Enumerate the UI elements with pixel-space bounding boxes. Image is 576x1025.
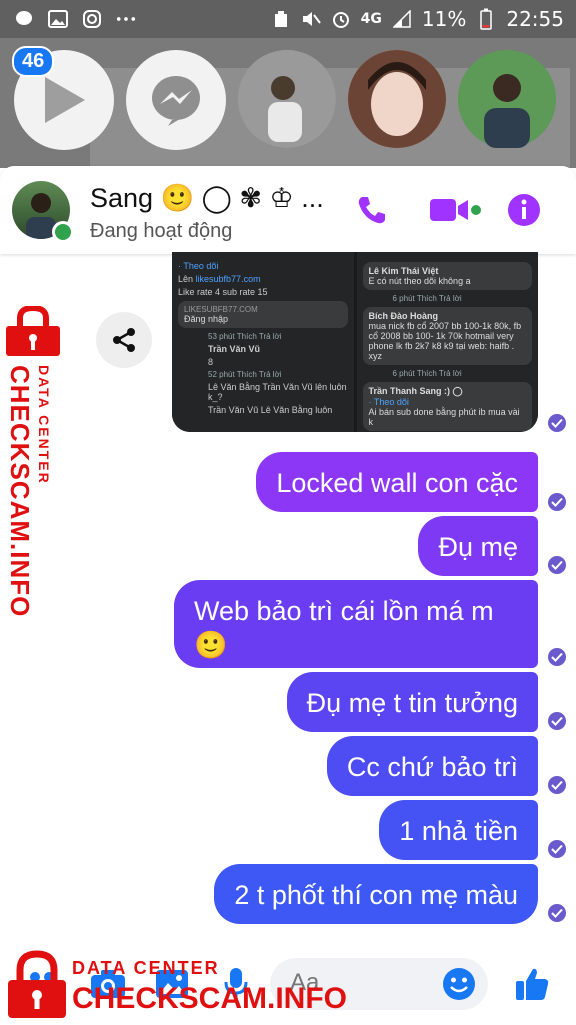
- chat-bubble-icon: [14, 9, 34, 29]
- reply-text: Trần Văn Vũ Lê Văn Bằng luôn: [208, 405, 333, 415]
- seen-check-icon: [548, 648, 566, 666]
- comment-author: Lê Kim Thái Việt: [368, 266, 439, 276]
- message-bubble[interactable]: Đụ mẹ t tin tưởng: [286, 672, 538, 732]
- reply-text: Lê Văn Bằng Trần Văn Vũ lên luôn k_?: [208, 382, 347, 402]
- call-button[interactable]: [352, 190, 392, 230]
- thumbs-up-icon: [516, 968, 549, 1000]
- watermark-lock-icon: [4, 304, 62, 363]
- follow-text: · Theo dõi: [178, 261, 219, 271]
- link-title: Đăng nhập: [184, 314, 229, 324]
- watermark-text: CHECKSCAM.INFO: [72, 982, 347, 1015]
- post-line-2: Like rate 4 sub rate 15: [178, 287, 268, 297]
- chat-head-contact-3[interactable]: [458, 50, 556, 148]
- unread-badge: 46: [12, 46, 55, 77]
- link-preview: LIKESUBFB77.COM Đăng nhập: [178, 301, 348, 328]
- message-bubble[interactable]: Cc chứ bảo trì: [326, 736, 538, 796]
- comment-author: Trần Thanh Sang :) ◯: [368, 386, 463, 396]
- screenshot-left-panel: · Theo dõi Lên likesubfb77.com Like rate…: [172, 252, 354, 432]
- more-notifications-icon: [116, 9, 136, 29]
- comment-bubble: Bích Đào Hoàng mua nick fb cổ 2007 bb 10…: [362, 307, 532, 365]
- play-icon: [45, 77, 85, 123]
- share-icon: [113, 328, 135, 352]
- chat-head-contact-2[interactable]: [348, 50, 446, 148]
- avatar-photo: [348, 50, 446, 148]
- chat-head-messenger[interactable]: [126, 50, 226, 150]
- recycle-icon: [271, 9, 291, 29]
- message-bubble[interactable]: Đụ mẹ: [418, 516, 538, 576]
- mute-icon: [301, 9, 321, 29]
- contact-status: Đang hoạt động: [90, 220, 233, 242]
- avatar-photo: [458, 50, 556, 148]
- chat-head-video[interactable]: 46: [12, 46, 114, 150]
- comment-meta: 53 phút Thích Trả lời: [208, 332, 282, 341]
- comment-meta: 6 phút Thích Trả lời: [392, 294, 462, 303]
- info-button[interactable]: [504, 190, 544, 230]
- like-button[interactable]: [510, 962, 554, 1006]
- seen-check-icon: [548, 840, 566, 858]
- comment-meta: 6 phút Thích Trả lời: [392, 369, 462, 378]
- seen-check-icon: [548, 493, 566, 511]
- emoji-button[interactable]: [442, 967, 476, 1006]
- follow-text: · Theo dõi: [368, 397, 409, 407]
- network-type: 4G: [360, 11, 382, 27]
- instagram-icon: [82, 9, 102, 29]
- contact-name[interactable]: Sang 🙂 ◯ ✾ ♔ ...: [90, 182, 324, 214]
- chat-heads: 46: [12, 46, 556, 150]
- messenger-icon: [152, 76, 200, 126]
- seen-check-icon: [548, 414, 566, 432]
- emoji-icon: [443, 968, 475, 1000]
- seen-check-icon: [548, 556, 566, 574]
- comment-text: Ai bán sub done bằng phút ib mua vài k: [368, 407, 520, 427]
- message-bubble[interactable]: Locked wall con cặc: [256, 452, 538, 512]
- message-bubble[interactable]: Web bảo trì cái lồn má m 🙂: [174, 580, 538, 668]
- post-line-1: Lên likesubfb77.com: [178, 274, 261, 284]
- message-bubble[interactable]: 1 nhả tiền: [379, 800, 538, 860]
- seen-check-icon: [548, 712, 566, 730]
- share-button[interactable]: [96, 312, 152, 368]
- watermark-lock-icon: [6, 950, 68, 1025]
- comment-text: E có nút theo dõi không a: [368, 276, 471, 286]
- comment-author: Bích Đào Hoàng: [368, 311, 439, 321]
- shared-image[interactable]: · Theo dõi Lên likesubfb77.com Like rate…: [172, 252, 538, 432]
- clock: 22:55: [506, 7, 564, 31]
- battery-icon: [476, 8, 496, 30]
- alarm-icon: [331, 9, 351, 29]
- video-icon: [430, 199, 481, 221]
- info-icon: [508, 194, 540, 226]
- conversation-header: Sang 🙂 ◯ ✾ ♔ ... Đang hoạt động: [0, 166, 576, 254]
- comment-author: Trần Văn Vũ: [208, 344, 261, 354]
- seen-check-icon: [548, 904, 566, 922]
- comment-bubble: Lê Kim Thái Việt E có nút theo dõi không…: [362, 262, 532, 290]
- screenshot-right-panel: Lê Kim Thái Việt E có nút theo dõi không…: [356, 252, 538, 432]
- watermark-subtext: DATA CENTER: [72, 958, 220, 978]
- online-indicator: [52, 221, 74, 243]
- chat-head-contact-1[interactable]: [238, 50, 336, 148]
- signal-icon: [392, 9, 412, 29]
- avatar-photo: [238, 50, 336, 148]
- battery-percent: 11%: [421, 7, 467, 31]
- comment-meta: 52 phút Thích Trả lời: [208, 370, 282, 379]
- video-call-button[interactable]: [428, 190, 482, 230]
- image-icon: [48, 9, 68, 29]
- message-bubble[interactable]: 2 t phốt thí con mẹ màu: [214, 864, 538, 924]
- phone-icon: [358, 197, 385, 224]
- seen-check-icon: [548, 776, 566, 794]
- status-bar: 4G 11% 22:55: [0, 0, 576, 38]
- watermark-subtext: DATA CENTER: [36, 365, 52, 485]
- watermark-text: CHECKSCAM.INFO: [5, 365, 35, 618]
- comment-text: 8: [208, 357, 214, 367]
- link-site: LIKESUBFB77.COM: [184, 305, 258, 314]
- comment-bubble: Trần Thanh Sang :) ◯ · Theo dõi Ai bán s…: [362, 382, 532, 431]
- comment-text: mua nick fb cổ 2007 bb 100-1k 80k, fb cổ…: [368, 321, 522, 361]
